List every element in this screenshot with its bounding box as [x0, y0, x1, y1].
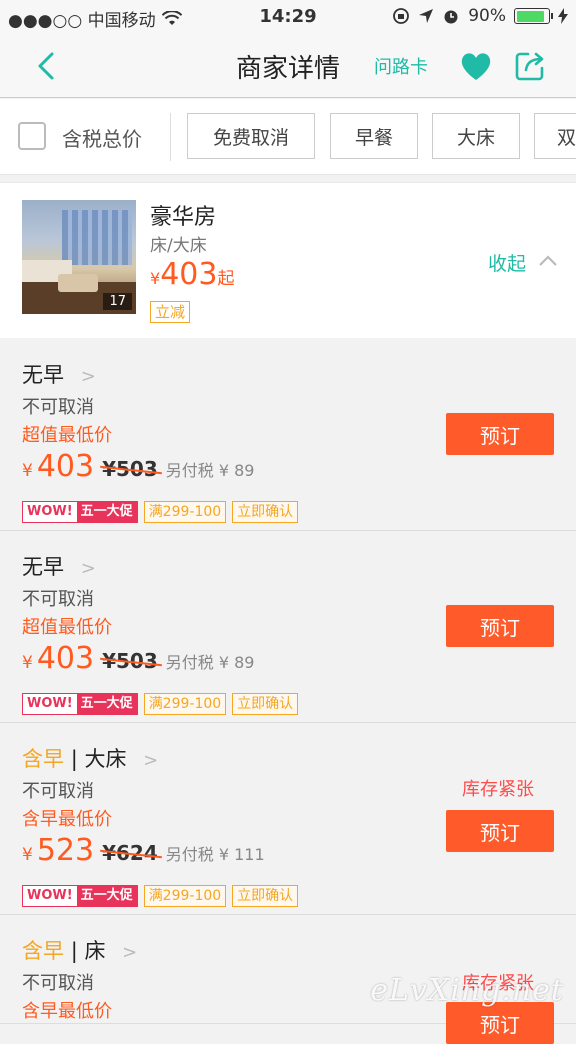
- original-price: ¥503: [102, 457, 158, 481]
- status-bar: ●●●○○ 中国移动 14:29 90%: [0, 0, 576, 34]
- lowest-price-label: 含早最低价: [22, 805, 112, 831]
- wow-badge: WOW!五一大促: [22, 885, 138, 907]
- room-name: 豪华房: [150, 199, 216, 231]
- charging-icon: [558, 8, 568, 24]
- favorite-heart-icon[interactable]: [458, 48, 494, 84]
- chevron-right-icon: >: [81, 366, 96, 387]
- watermark: eLvXing.net: [370, 973, 564, 1008]
- promo-tags: WOW!五一大促 满299-100 立即确认: [22, 693, 298, 715]
- wow-badge: WOW!五一大促: [22, 501, 138, 523]
- lowest-price-label: 超值最低价: [22, 613, 112, 639]
- rate-meal[interactable]: 含早 | 床 >: [22, 935, 137, 965]
- instant-confirm-tag: 立即确认: [232, 693, 298, 715]
- photo-count: 17: [103, 293, 132, 310]
- chevron-right-icon: >: [81, 558, 96, 579]
- route-card-link[interactable]: 问路卡: [374, 53, 428, 79]
- meal-label: 含早: [22, 939, 64, 963]
- original-price: ¥624: [102, 841, 158, 865]
- price-value: 403: [37, 449, 94, 484]
- rate-price: ¥ 403 ¥503 另付税 ¥ 89: [22, 449, 254, 484]
- rate-plan-row[interactable]: 含早 | 大床 > 不可取消 含早最低价 ¥ 523 ¥624 另付税 ¥ 11…: [0, 723, 576, 915]
- instant-confirm-tag: 立即确认: [232, 885, 298, 907]
- cancel-policy: 不可取消: [22, 585, 94, 611]
- cancel-policy: 不可取消: [22, 393, 94, 419]
- cancel-policy: 不可取消: [22, 777, 94, 803]
- price-value: 403: [37, 641, 94, 676]
- collapse-button[interactable]: 收起: [488, 249, 526, 276]
- divider: [170, 113, 171, 161]
- meal-label: 无早: [22, 363, 64, 387]
- filter-chip-free-cancel[interactable]: 免费取消: [187, 113, 315, 159]
- currency-symbol: ¥: [22, 653, 33, 673]
- room-card[interactable]: 17 豪华房 床/大床 ¥403起 立减 收起: [0, 182, 576, 338]
- tax-checkbox[interactable]: [18, 122, 46, 150]
- low-stock-label: 库存紧张: [462, 775, 534, 801]
- rate-price: ¥ 523 ¥624 另付税 ¥ 111: [22, 833, 265, 868]
- chevron-right-icon: >: [143, 750, 158, 771]
- rate-plan-row[interactable]: 无早 > 不可取消 超值最低价 ¥ 403 ¥503 另付税 ¥ 89 WOW!…: [0, 339, 576, 531]
- lowest-price-label: 超值最低价: [22, 421, 112, 447]
- book-button[interactable]: 预订: [446, 605, 554, 647]
- book-button[interactable]: 预订: [446, 810, 554, 852]
- wow-badge: WOW!五一大促: [22, 693, 138, 715]
- currency-symbol: ¥: [22, 845, 33, 865]
- room-price: ¥403起: [150, 257, 234, 292]
- filter-bar: 含税总价 免费取消 早餐 大床 双: [0, 99, 576, 175]
- discount-tag: 满299-100: [144, 501, 227, 523]
- cancel-policy: 不可取消: [22, 969, 94, 995]
- rate-meal[interactable]: 含早 | 大床 >: [22, 743, 158, 773]
- room-bed-type: 床/大床: [150, 231, 207, 256]
- filter-chip-twin[interactable]: 双: [534, 113, 576, 159]
- currency-symbol: ¥: [22, 461, 33, 481]
- alarm-icon: [442, 7, 460, 25]
- discount-tag: 满299-100: [144, 885, 227, 907]
- location-icon: [418, 8, 434, 24]
- rate-price: ¥ 403 ¥503 另付税 ¥ 89: [22, 641, 254, 676]
- nav-bar: 商家详情 问路卡: [0, 34, 576, 98]
- battery-icon: [514, 8, 550, 24]
- rate-meal[interactable]: 无早 >: [22, 359, 96, 389]
- meal-label: 无早: [22, 555, 64, 579]
- tax-checkbox-label[interactable]: 含税总价: [62, 123, 142, 152]
- chevron-up-icon[interactable]: [536, 249, 560, 273]
- share-icon[interactable]: [512, 48, 548, 84]
- promo-tags: WOW!五一大促 满299-100 立即确认: [22, 885, 298, 907]
- room-photo[interactable]: 17: [22, 200, 136, 314]
- tax-note: 另付税 ¥ 111: [166, 841, 265, 865]
- filter-chip-king-bed[interactable]: 大床: [432, 113, 520, 159]
- book-button[interactable]: 预订: [446, 413, 554, 455]
- filter-chip-breakfast[interactable]: 早餐: [330, 113, 418, 159]
- chevron-right-icon: >: [122, 942, 137, 963]
- tax-note: 另付税 ¥ 89: [166, 649, 255, 673]
- rate-bed: | 床: [71, 939, 106, 963]
- rate-plan-row[interactable]: 无早 > 不可取消 超值最低价 ¥ 403 ¥503 另付税 ¥ 89 WOW!…: [0, 531, 576, 723]
- book-button[interactable]: 预订: [446, 1002, 554, 1044]
- tax-note: 另付税 ¥ 89: [166, 457, 255, 481]
- lowest-price-label: 含早最低价: [22, 997, 112, 1023]
- rotation-lock-icon: [392, 7, 410, 25]
- instant-discount-tag: 立减: [150, 301, 190, 323]
- price-value: 523: [37, 833, 94, 868]
- discount-tag: 满299-100: [144, 693, 227, 715]
- rate-meal[interactable]: 无早 >: [22, 551, 96, 581]
- instant-confirm-tag: 立即确认: [232, 501, 298, 523]
- battery-percent: 90%: [468, 6, 506, 26]
- original-price: ¥503: [102, 649, 158, 673]
- rate-bed: | 大床: [71, 747, 127, 771]
- meal-label: 含早: [22, 747, 64, 771]
- promo-tags: WOW!五一大促 满299-100 立即确认: [22, 501, 298, 523]
